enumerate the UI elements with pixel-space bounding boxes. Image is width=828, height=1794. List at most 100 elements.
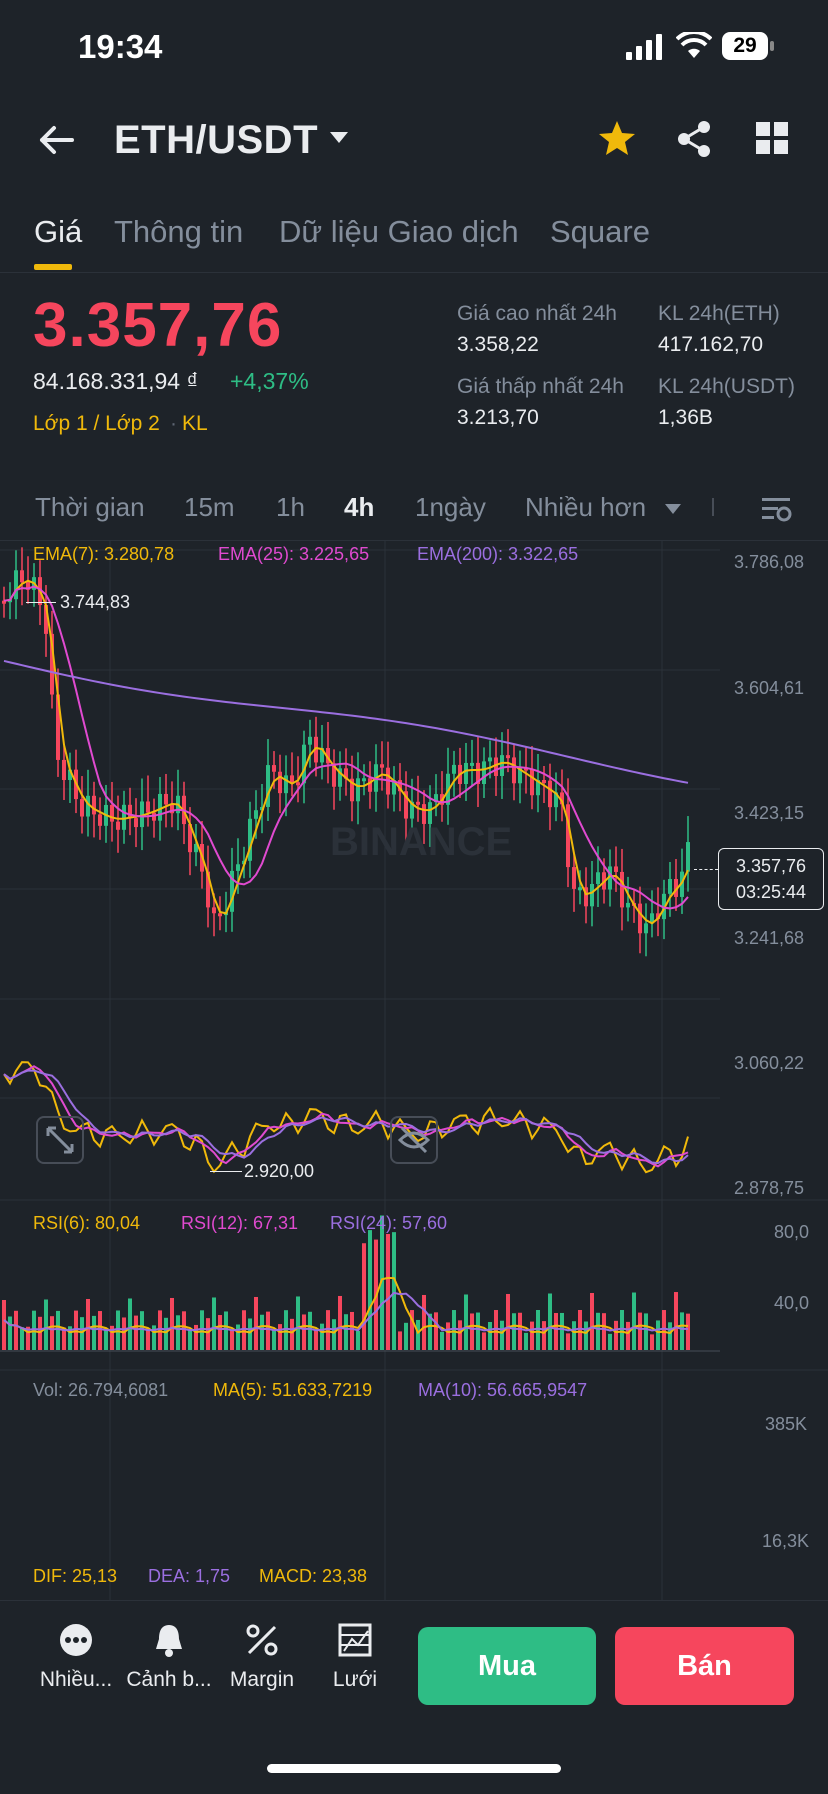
vol-eth-label: KL 24h(ETH) bbox=[658, 302, 780, 325]
status-time: 19:34 bbox=[78, 28, 163, 65]
signal-icon bbox=[626, 34, 662, 60]
rsi6-legend: RSI(6): 80,04 bbox=[33, 1213, 141, 1233]
interval-15m[interactable]: 15m bbox=[184, 492, 235, 523]
interval-bar: Thời gian 15m 1h 4h 1ngày Nhiều hơn bbox=[0, 470, 828, 541]
tab-info[interactable]: Thông tin bbox=[114, 214, 243, 250]
volume-bar bbox=[218, 1315, 222, 1350]
volume-bar bbox=[188, 1329, 192, 1350]
volume-bar bbox=[272, 1329, 276, 1350]
candle bbox=[62, 759, 66, 781]
tab-square[interactable]: Square bbox=[550, 214, 650, 250]
candle bbox=[596, 872, 600, 884]
home-indicator bbox=[267, 1764, 561, 1773]
volume-bar bbox=[242, 1310, 246, 1350]
star-icon[interactable] bbox=[598, 120, 636, 156]
candle bbox=[98, 814, 102, 826]
rsi12-legend: RSI(12): 67,31 bbox=[181, 1213, 299, 1233]
high-marker: 3.744,83 bbox=[60, 592, 131, 612]
chart-canvas[interactable]: BINANCE bbox=[0, 540, 828, 1600]
volume-bar bbox=[512, 1313, 516, 1350]
volume-bar bbox=[140, 1311, 144, 1350]
more-caret-icon[interactable] bbox=[665, 504, 681, 515]
price-tick: 3.604,61 bbox=[734, 678, 805, 698]
volume-bar bbox=[422, 1294, 426, 1350]
volume-bar bbox=[212, 1297, 216, 1350]
chart-settings-icon[interactable] bbox=[760, 494, 792, 524]
volume-bar bbox=[344, 1314, 348, 1350]
nav-margin[interactable]: Margin bbox=[216, 1623, 308, 1692]
interval-1day[interactable]: 1ngày bbox=[415, 492, 486, 523]
volume-bar bbox=[248, 1318, 252, 1350]
volume-bar bbox=[368, 1230, 372, 1350]
share-icon[interactable] bbox=[676, 120, 712, 158]
volume-bar bbox=[620, 1310, 624, 1350]
volume-bar bbox=[476, 1312, 480, 1350]
volume-bar bbox=[440, 1331, 444, 1350]
nav-more[interactable]: Nhiều... bbox=[30, 1623, 122, 1692]
volume-bar bbox=[230, 1329, 234, 1350]
low-marker: 2.920,00 bbox=[244, 1161, 315, 1181]
volume-bar bbox=[302, 1314, 306, 1350]
volume-bar bbox=[56, 1310, 60, 1350]
nav-grid[interactable]: Lưới bbox=[309, 1623, 401, 1692]
interval-4h[interactable]: 4h bbox=[344, 492, 374, 523]
volume-bar bbox=[500, 1320, 504, 1350]
interval-more[interactable]: Nhiều hơn bbox=[525, 492, 646, 523]
volume-bar bbox=[338, 1295, 342, 1350]
interval-1h[interactable]: 1h bbox=[276, 492, 305, 523]
nav-more-label: Nhiều... bbox=[39, 1668, 113, 1691]
candle bbox=[668, 879, 672, 894]
dea-legend: DEA: 1,75 bbox=[148, 1566, 231, 1586]
ma5-legend: MA(5): 51.633,7219 bbox=[213, 1380, 373, 1400]
grid-icon[interactable] bbox=[756, 122, 788, 154]
volume-bar bbox=[158, 1310, 162, 1350]
expand-icon bbox=[46, 1126, 74, 1154]
volume-bar bbox=[8, 1316, 12, 1350]
ma10-legend: MA(10): 56.665,9547 bbox=[418, 1380, 588, 1400]
candle bbox=[500, 755, 504, 776]
layer-tag[interactable]: Lớp 1 / Lớp 2 bbox=[33, 412, 160, 436]
volume-bar bbox=[326, 1310, 330, 1350]
back-arrow-icon[interactable] bbox=[36, 124, 76, 156]
volume-bar bbox=[434, 1312, 438, 1350]
candle bbox=[548, 780, 552, 808]
buy-button[interactable]: Mua bbox=[418, 1627, 596, 1705]
grid-bot-icon bbox=[338, 1623, 372, 1657]
volume-bar bbox=[398, 1331, 402, 1350]
candle-countdown: 03:25:44 bbox=[735, 882, 807, 902]
caret-down-icon[interactable] bbox=[330, 132, 348, 144]
bell-icon bbox=[156, 1625, 182, 1657]
volume-bar bbox=[464, 1294, 468, 1350]
high-value: 3.358,22 bbox=[457, 333, 539, 356]
volume-bar bbox=[662, 1310, 666, 1350]
bottom-action-bar: Nhiều... Cảnh b... Margin Lưới Mua Bán bbox=[0, 1600, 828, 1794]
volume-bar bbox=[668, 1322, 672, 1350]
rsi-tick: 40,0 bbox=[774, 1293, 810, 1313]
fullscreen-button[interactable] bbox=[36, 1116, 84, 1164]
candle bbox=[158, 793, 162, 821]
candle bbox=[506, 755, 510, 759]
candle bbox=[128, 804, 132, 819]
tab-trading-data[interactable]: Dữ liệu Giao dịch bbox=[279, 214, 519, 250]
volume-bar bbox=[614, 1320, 618, 1350]
candle bbox=[272, 765, 276, 772]
volume-bar bbox=[278, 1324, 282, 1350]
candle bbox=[572, 867, 576, 889]
macd-legend: MACD: 23,38 bbox=[259, 1566, 368, 1586]
hide-indicators-button[interactable] bbox=[390, 1116, 438, 1164]
volume-bar bbox=[320, 1323, 324, 1350]
candle bbox=[164, 793, 168, 805]
tab-price[interactable]: Giá bbox=[34, 214, 82, 250]
volume-bar bbox=[296, 1296, 300, 1350]
nav-alerts-label: Cảnh b... bbox=[126, 1668, 212, 1691]
vol-tag[interactable]: KL bbox=[182, 412, 208, 436]
pair-title[interactable]: ETH/USDT bbox=[114, 118, 318, 163]
ema7-legend: EMA(7): 3.280,78 bbox=[33, 544, 175, 564]
volume-bar bbox=[542, 1321, 546, 1350]
interval-time[interactable]: Thời gian bbox=[35, 492, 145, 523]
sell-button[interactable]: Bán bbox=[615, 1627, 794, 1705]
candle bbox=[686, 842, 690, 872]
candle bbox=[614, 866, 618, 872]
candle bbox=[110, 804, 114, 822]
nav-alerts[interactable]: Cảnh b... bbox=[123, 1623, 215, 1692]
